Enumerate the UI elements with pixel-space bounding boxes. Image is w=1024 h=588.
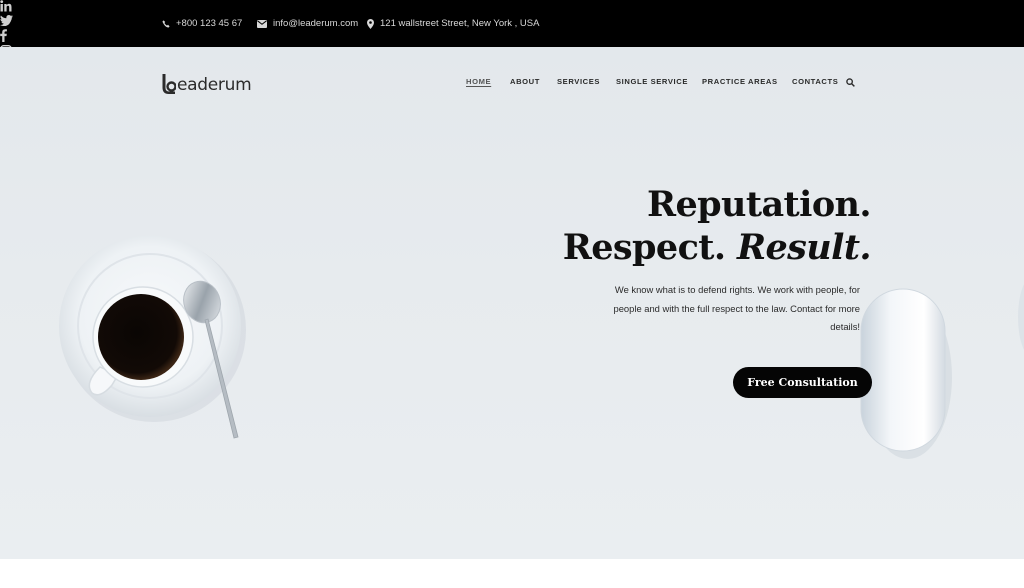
address-text: 121 wallstreet Street, New York , USA bbox=[380, 18, 540, 29]
free-consultation-button[interactable]: Free Consultation bbox=[733, 367, 872, 398]
hero-background-image bbox=[59, 235, 1024, 459]
top-bar: +800 123 45 67 info@leaderum.com 121 wal… bbox=[0, 0, 1024, 57]
address-contact: 121 wallstreet Street, New York , USA bbox=[367, 0, 539, 47]
logo-text: eaderum bbox=[177, 75, 252, 95]
headline-respect: Respect. bbox=[562, 227, 738, 268]
nav-practice-areas[interactable]: PRACTICE AREAS bbox=[702, 77, 778, 86]
hero-description: We know what is to defend rights. We wor… bbox=[613, 284, 861, 332]
nav-about[interactable]: ABOUT bbox=[510, 77, 540, 86]
phone-number: +800 123 45 67 bbox=[176, 18, 243, 29]
headline-result: Result. bbox=[737, 227, 872, 268]
envelope-icon bbox=[257, 19, 267, 28]
email-address: info@leaderum.com bbox=[273, 18, 359, 29]
nav-contacts[interactable]: CONTACTS bbox=[792, 77, 838, 86]
logo-mark-icon bbox=[161, 73, 177, 95]
nav-services[interactable]: SERVICES bbox=[557, 77, 600, 86]
headline-line-1: Reputation. bbox=[647, 184, 872, 225]
headline-line-2: Respect. Result. bbox=[551, 226, 872, 269]
nav-home[interactable]: HOME bbox=[466, 77, 491, 86]
site-logo[interactable]: eaderum bbox=[161, 69, 252, 95]
phone-contact[interactable]: +800 123 45 67 bbox=[162, 0, 242, 47]
page-bottom-area bbox=[0, 559, 1024, 588]
search-icon[interactable] bbox=[846, 78, 855, 87]
hero-headline: Reputation. Respect. Result. bbox=[551, 183, 872, 269]
phone-icon bbox=[162, 19, 170, 28]
map-pin-icon bbox=[367, 18, 374, 29]
hero-section: eaderum HOME ABOUT SERVICES SINGLE SERVI… bbox=[0, 47, 1024, 559]
nav-single-service[interactable]: SINGLE SERVICE bbox=[616, 77, 688, 86]
email-contact[interactable]: info@leaderum.com bbox=[257, 0, 358, 47]
